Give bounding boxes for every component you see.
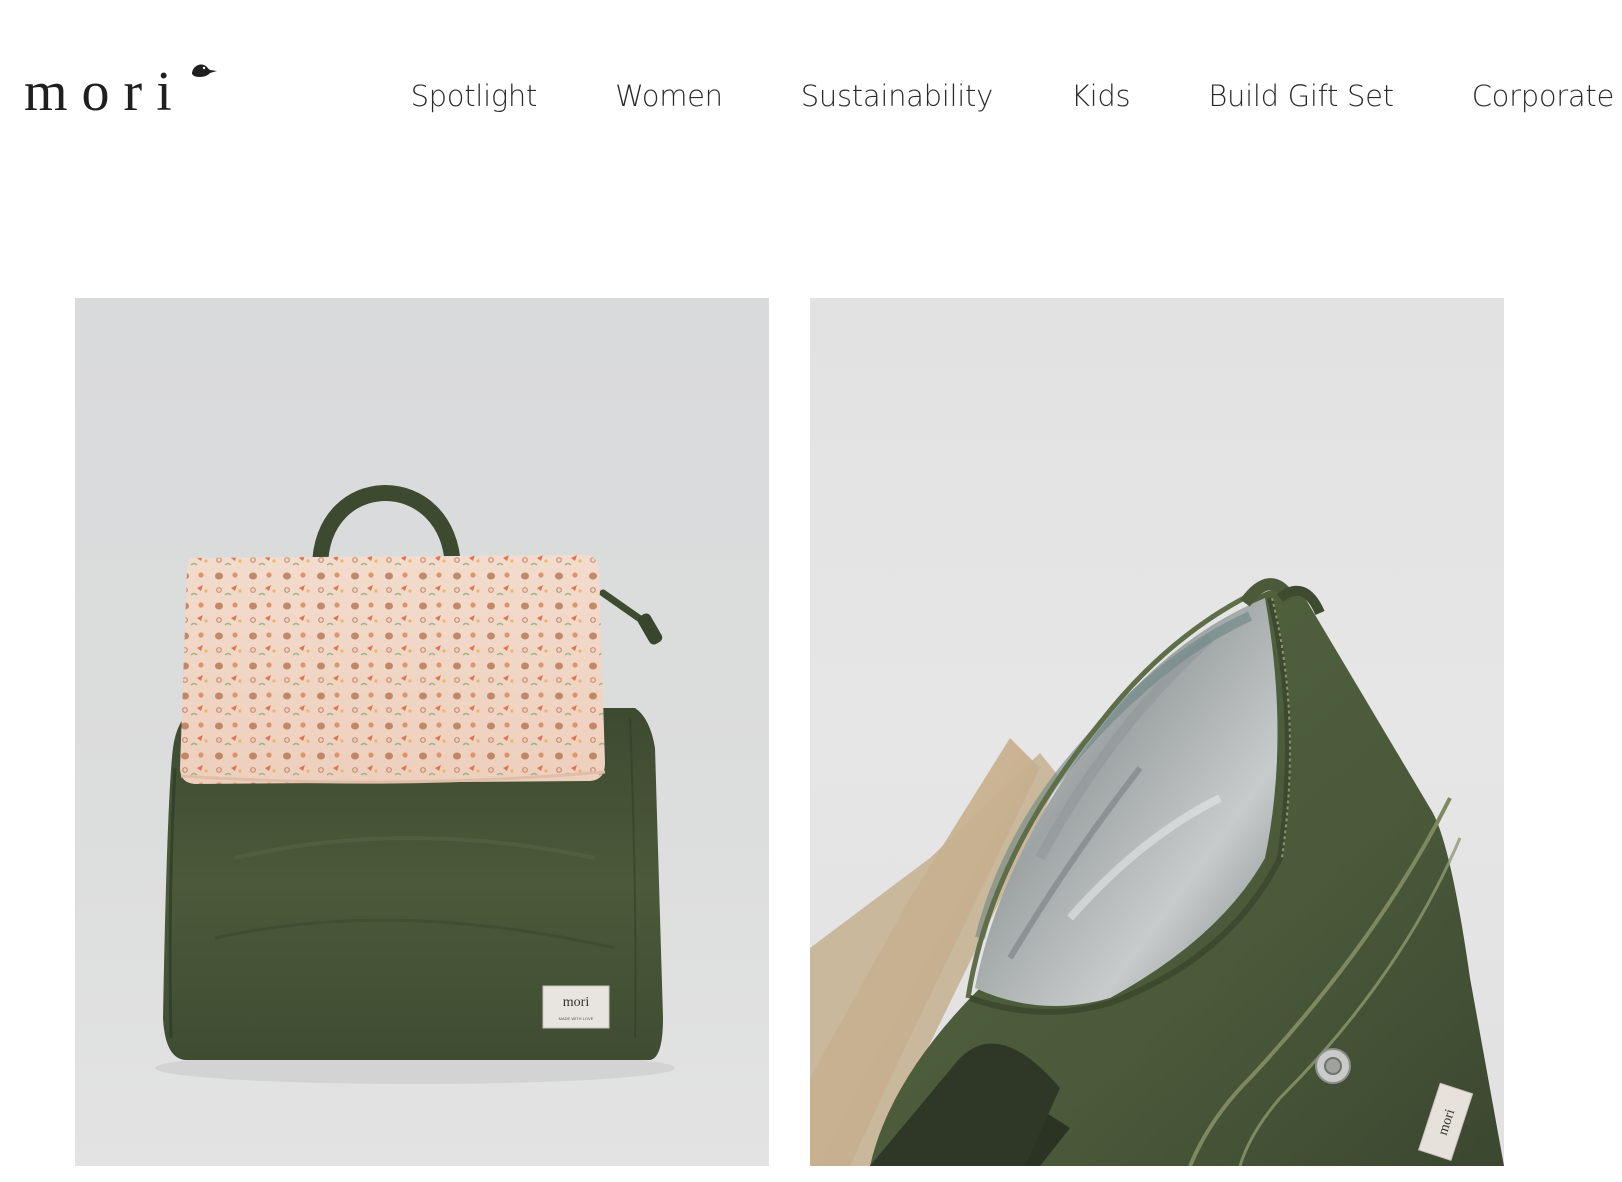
nav-item-women[interactable]: Women xyxy=(615,79,723,113)
product-image-backpack-interior[interactable]: mori xyxy=(810,298,1504,1166)
logo-wordmark: mori xyxy=(24,61,186,123)
brand-logo[interactable]: mori xyxy=(24,58,217,128)
nav-item-build-gift-set[interactable]: Build Gift Set xyxy=(1208,79,1394,113)
bird-icon xyxy=(192,64,217,77)
main-nav: Spotlight Women Sustainability Kids Buil… xyxy=(411,72,1622,120)
nav-item-spotlight[interactable]: Spotlight xyxy=(411,79,538,113)
product-image-backpack-front[interactable]: mori MADE WITH LOVE xyxy=(75,298,769,1166)
backpack-label-text: mori xyxy=(563,995,590,1010)
nav-item-kids[interactable]: Kids xyxy=(1071,79,1131,113)
nav-item-corporate[interactable]: Corporate xyxy=(1472,79,1615,113)
site-header: mori Spotlight Women Sustainability Kids… xyxy=(0,0,1622,180)
product-gallery: mori MADE WITH LOVE mori xyxy=(75,298,1505,1166)
nav-item-sustainability[interactable]: Sustainability xyxy=(801,79,993,113)
backpack-label-subtext: MADE WITH LOVE xyxy=(559,1016,594,1021)
